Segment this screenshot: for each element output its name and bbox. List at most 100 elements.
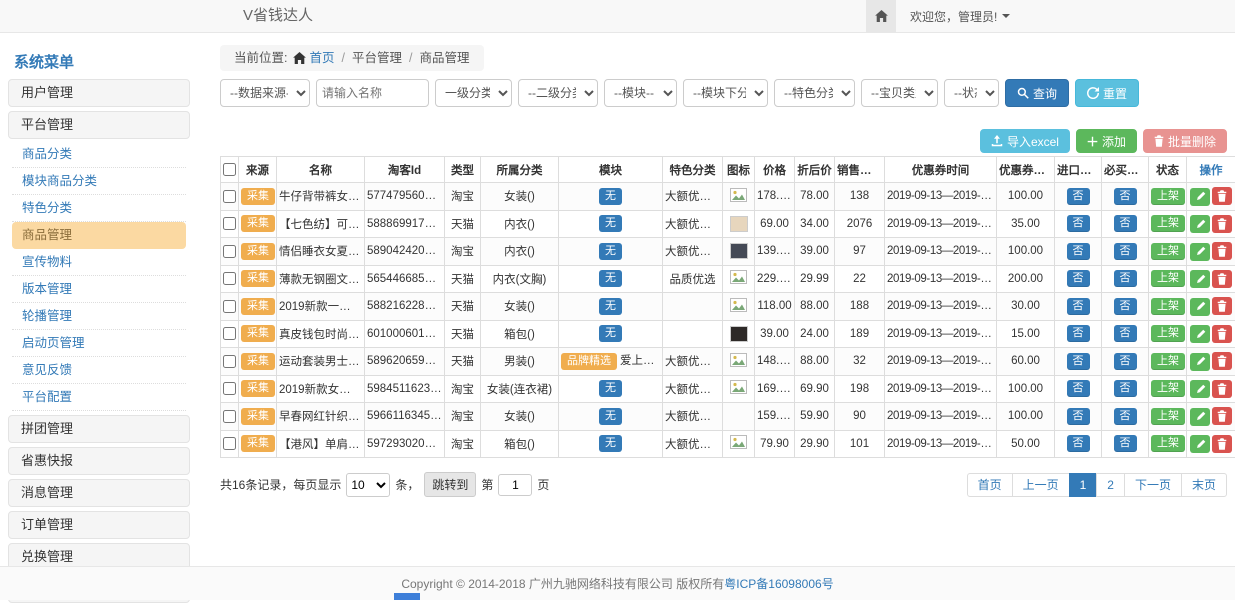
sidebar-item[interactable]: 用户管理 xyxy=(8,79,190,107)
status-badge[interactable]: 上架 xyxy=(1151,188,1185,205)
sidebar-item[interactable]: 订单管理 xyxy=(8,511,190,539)
edit-button[interactable] xyxy=(1190,435,1210,453)
module-badge[interactable]: 无 xyxy=(599,298,622,315)
filter-select[interactable]: --特色分类-- xyxy=(774,79,855,107)
status-badge[interactable]: 上架 xyxy=(1151,243,1185,260)
filter-select[interactable]: --数据来源-- xyxy=(220,79,310,107)
edit-button[interactable] xyxy=(1190,270,1210,288)
pagination-button[interactable]: 1 xyxy=(1069,473,1098,497)
must-buy-toggle[interactable]: 否 xyxy=(1114,188,1137,205)
import-select-toggle[interactable]: 否 xyxy=(1067,380,1090,397)
pagination-button[interactable]: 下一页 xyxy=(1124,473,1182,497)
bulk-delete-button[interactable]: 批量删除 xyxy=(1143,129,1227,153)
import-select-toggle[interactable]: 否 xyxy=(1067,188,1090,205)
filter-select[interactable]: --状态-- xyxy=(944,79,999,107)
import-select-toggle[interactable]: 否 xyxy=(1067,353,1090,370)
edit-button[interactable] xyxy=(1190,188,1210,206)
import-select-toggle[interactable]: 否 xyxy=(1067,325,1090,342)
must-buy-toggle[interactable]: 否 xyxy=(1114,408,1137,425)
module-badge[interactable]: 无 xyxy=(599,380,622,397)
must-buy-toggle[interactable]: 否 xyxy=(1114,380,1137,397)
module-badge[interactable]: 无 xyxy=(599,435,622,452)
delete-button[interactable] xyxy=(1212,435,1232,453)
module-badge[interactable]: 无 xyxy=(599,325,622,342)
must-buy-toggle[interactable]: 否 xyxy=(1114,325,1137,342)
sidebar-item-expanded[interactable]: 平台管理 xyxy=(8,111,190,139)
delete-button[interactable] xyxy=(1212,407,1232,425)
edit-button[interactable] xyxy=(1190,243,1210,261)
must-buy-toggle[interactable]: 否 xyxy=(1114,270,1137,287)
row-checkbox[interactable] xyxy=(223,327,236,340)
reset-button[interactable]: 重置 xyxy=(1075,79,1139,107)
row-checkbox[interactable] xyxy=(223,410,236,423)
delete-button[interactable] xyxy=(1212,187,1232,205)
module-badge[interactable]: 无 xyxy=(599,215,622,232)
sidebar-sub-item[interactable]: 版本管理 xyxy=(12,276,186,303)
delete-button[interactable] xyxy=(1212,325,1232,343)
edit-button[interactable] xyxy=(1190,215,1210,233)
edit-button[interactable] xyxy=(1190,353,1210,371)
must-buy-toggle[interactable]: 否 xyxy=(1114,215,1137,232)
search-button[interactable]: 查询 xyxy=(1005,79,1069,107)
breadcrumb-home-link[interactable]: 首页 xyxy=(309,51,334,65)
status-badge[interactable]: 上架 xyxy=(1151,270,1185,287)
sidebar-sub-item[interactable]: 启动页管理 xyxy=(12,330,186,357)
sidebar-sub-item[interactable]: 模块商品分类 xyxy=(12,168,186,195)
must-buy-toggle[interactable]: 否 xyxy=(1114,298,1137,315)
status-badge[interactable]: 上架 xyxy=(1151,298,1185,315)
jump-button[interactable]: 跳转到 xyxy=(424,472,476,497)
filter-select[interactable]: --二级分类-- xyxy=(518,79,598,107)
pagination-button[interactable]: 上一页 xyxy=(1012,473,1070,497)
module-badge[interactable]: 无 xyxy=(599,243,622,260)
import-excel-button[interactable]: 导入excel xyxy=(980,129,1070,153)
filter-select[interactable]: --模块下分类-- xyxy=(683,79,768,107)
status-badge[interactable]: 上架 xyxy=(1151,435,1185,452)
delete-button[interactable] xyxy=(1212,215,1232,233)
row-checkbox[interactable] xyxy=(223,300,236,313)
sidebar-sub-item[interactable]: 特色分类 xyxy=(12,195,186,222)
must-buy-toggle[interactable]: 否 xyxy=(1114,353,1137,370)
import-select-toggle[interactable]: 否 xyxy=(1067,243,1090,260)
edit-button[interactable] xyxy=(1190,408,1210,426)
sidebar-item[interactable]: 省惠快报 xyxy=(8,447,190,475)
sidebar-item[interactable]: 消息管理 xyxy=(8,479,190,507)
edit-button[interactable] xyxy=(1190,325,1210,343)
row-checkbox[interactable] xyxy=(223,217,236,230)
must-buy-toggle[interactable]: 否 xyxy=(1114,243,1137,260)
sidebar-sub-item[interactable]: 意见反馈 xyxy=(12,357,186,384)
edit-button[interactable] xyxy=(1190,298,1210,316)
row-checkbox[interactable] xyxy=(223,245,236,258)
import-select-toggle[interactable]: 否 xyxy=(1067,408,1090,425)
filter-select[interactable]: 一级分类 xyxy=(435,79,512,107)
sidebar-sub-item[interactable]: 商品分类 xyxy=(12,141,186,168)
row-checkbox[interactable] xyxy=(223,272,236,285)
module-badge[interactable]: 无 xyxy=(599,270,622,287)
row-checkbox[interactable] xyxy=(223,355,236,368)
import-select-toggle[interactable]: 否 xyxy=(1067,435,1090,452)
status-badge[interactable]: 上架 xyxy=(1151,215,1185,232)
status-badge[interactable]: 上架 xyxy=(1151,408,1185,425)
delete-button[interactable] xyxy=(1212,380,1232,398)
status-badge[interactable]: 上架 xyxy=(1151,380,1185,397)
name-search-input[interactable] xyxy=(316,79,429,107)
filter-select[interactable]: --宝贝类型-- xyxy=(861,79,938,107)
pagination-button[interactable]: 首页 xyxy=(967,473,1013,497)
per-page-select[interactable]: 10 xyxy=(346,473,390,497)
sidebar-sub-item[interactable]: 轮播管理 xyxy=(12,303,186,330)
pagination-button[interactable]: 末页 xyxy=(1181,473,1227,497)
row-checkbox[interactable] xyxy=(223,382,236,395)
row-checkbox[interactable] xyxy=(223,190,236,203)
edit-button[interactable] xyxy=(1190,380,1210,398)
row-checkbox[interactable] xyxy=(223,437,236,450)
sidebar-sub-item-active[interactable]: 商品管理 xyxy=(12,222,186,249)
welcome-dropdown[interactable]: 欢迎您，管理员! xyxy=(910,8,1010,25)
sidebar-item[interactable]: 拼团管理 xyxy=(8,415,190,443)
sidebar-sub-item[interactable]: 平台配置 xyxy=(12,384,186,411)
status-badge[interactable]: 上架 xyxy=(1151,325,1185,342)
delete-button[interactable] xyxy=(1212,270,1232,288)
filter-select[interactable]: --模块-- xyxy=(604,79,677,107)
select-all-checkbox[interactable] xyxy=(223,163,236,176)
import-select-toggle[interactable]: 否 xyxy=(1067,298,1090,315)
import-select-toggle[interactable]: 否 xyxy=(1067,215,1090,232)
add-button[interactable]: 添加 xyxy=(1076,129,1137,153)
